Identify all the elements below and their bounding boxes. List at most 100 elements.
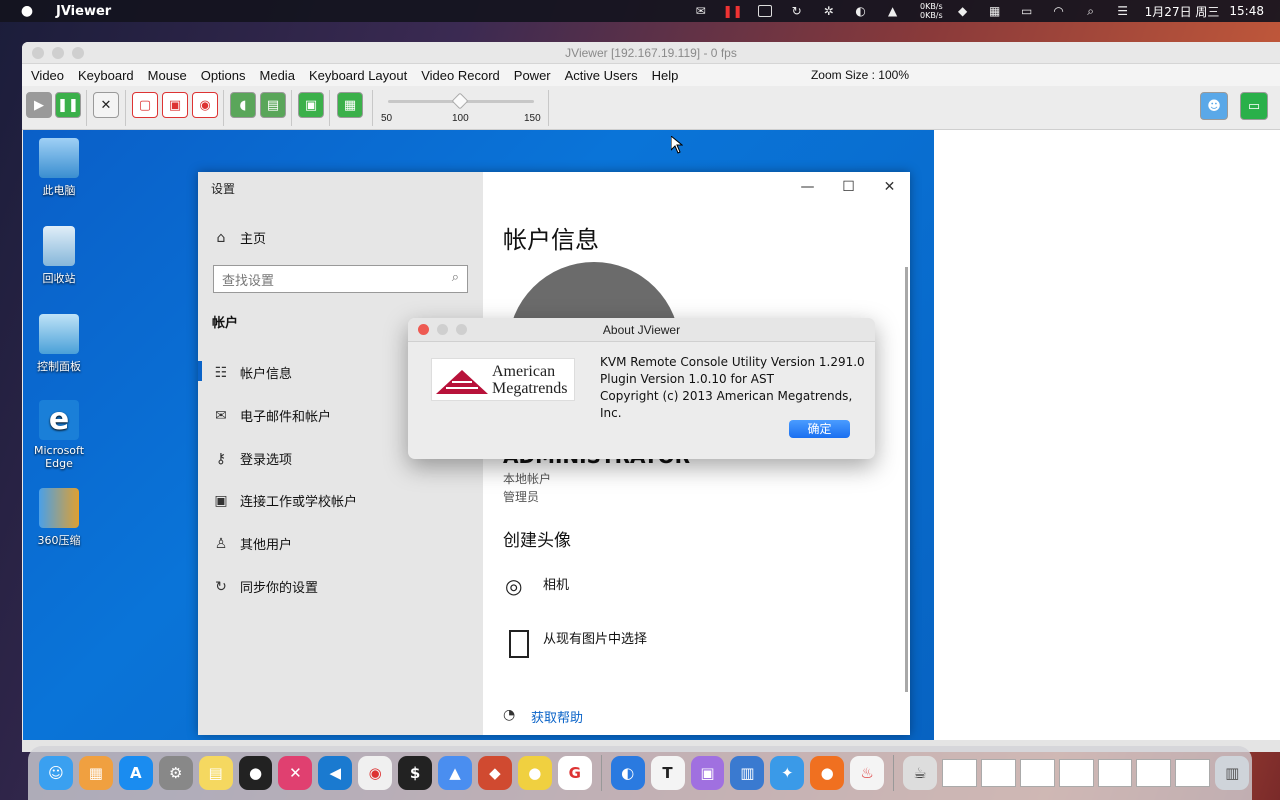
help-icon: ◔	[503, 707, 516, 723]
mac-menubar: ● JViewer ✉ ❚❚ ↻ ✲ ◐ ▲ 0KB/s 0KB/s ◆ ▦ ▭ …	[0, 0, 1280, 22]
coffee-app-icon[interactable]: ☕	[903, 756, 937, 790]
remote-desktop-icon[interactable]: ▥	[730, 756, 765, 790]
minimized-window-thumbnail[interactable]	[1175, 759, 1211, 787]
desktop-icon-this-pc[interactable]: 此电脑	[27, 138, 91, 198]
trash-icon[interactable]: ▥	[1215, 756, 1250, 790]
page-title: 帐户信息	[503, 226, 599, 254]
maximize-icon[interactable]: ☐	[828, 172, 869, 202]
tool-icon[interactable]: ✲	[813, 0, 845, 22]
active-users-button[interactable]: ☻	[1200, 92, 1228, 120]
app-store-icon[interactable]: A	[118, 756, 153, 790]
terminal-icon[interactable]: $	[398, 756, 433, 790]
menu-options[interactable]: Options	[201, 68, 246, 83]
nav-home[interactable]: ⌂ 主页	[212, 228, 266, 248]
about-titlebar[interactable]: About JViewer	[408, 318, 875, 342]
menu-keyboard-layout[interactable]: Keyboard Layout	[309, 68, 407, 83]
spotlight-search-icon[interactable]: ⌕	[1075, 0, 1107, 22]
keyboard-button[interactable]: ▤	[260, 92, 286, 118]
safari-icon[interactable]: ✦	[770, 756, 805, 790]
wifi-icon[interactable]: ◠	[1043, 0, 1075, 22]
choose-existing-picture[interactable]: 从现有图片中选择	[543, 628, 647, 647]
video-record-button[interactable]: ▣	[298, 92, 324, 118]
sync-icon[interactable]: ↻	[781, 0, 813, 22]
menu-mouse[interactable]: Mouse	[148, 68, 187, 83]
finder-icon[interactable]: ☺	[39, 756, 73, 790]
pause-button[interactable]: ❚❚	[55, 92, 81, 118]
menu-keyboard[interactable]: Keyboard	[78, 68, 134, 83]
cd-media-button[interactable]: ◉	[192, 92, 218, 118]
ok-button[interactable]: 确定	[789, 420, 850, 438]
close-icon[interactable]: ✕	[869, 172, 910, 202]
content-scrollbar[interactable]	[905, 267, 908, 692]
system-preferences-icon[interactable]: ⚙	[158, 756, 193, 790]
nav-other-users[interactable]: ♙ 其他用户	[212, 534, 292, 554]
git-app-icon[interactable]: ◆	[477, 756, 512, 790]
menu-video-record[interactable]: Video Record	[421, 68, 500, 83]
display-icon[interactable]	[749, 0, 781, 22]
settings-search-input[interactable]: 查找设置 ⌕	[213, 265, 468, 293]
mail-icon[interactable]: ✉	[685, 0, 717, 22]
duck-app-icon[interactable]: ●	[517, 756, 552, 790]
app-status-icon[interactable]: ◐	[845, 0, 877, 22]
get-help-link[interactable]: 获取帮助	[531, 707, 583, 726]
xmind-icon[interactable]: ✕	[278, 756, 313, 790]
nav-sync-settings[interactable]: ↻ 同步你的设置	[212, 577, 318, 597]
typora-icon[interactable]: T	[650, 756, 685, 790]
nav-work-school[interactable]: ▣ 连接工作或学校帐户	[212, 491, 357, 511]
chat-app-icon[interactable]: ◐	[610, 756, 645, 790]
firefox-icon[interactable]: ●	[810, 756, 845, 790]
mouse-button[interactable]: ◖	[230, 92, 256, 118]
java-icon[interactable]: ♨	[850, 756, 885, 790]
nav-sign-in-options[interactable]: ⚷ 登录选项	[212, 449, 292, 469]
minimized-window-thumbnail[interactable]	[1019, 759, 1055, 787]
minimized-window-thumbnail[interactable]	[1136, 759, 1172, 787]
notification-bell-icon[interactable]: ◆	[947, 0, 979, 22]
minimized-window-thumbnail[interactable]	[1058, 759, 1094, 787]
minimized-window-thumbnail[interactable]	[941, 759, 977, 787]
power-status-button[interactable]: ▭	[1240, 92, 1268, 120]
desktop-icon-recycle-bin[interactable]: 回收站	[27, 226, 91, 286]
active-app-name[interactable]: JViewer	[56, 4, 111, 19]
nav-account-info[interactable]: ☷ 帐户信息	[212, 363, 292, 383]
notes-icon[interactable]: ▤	[198, 756, 233, 790]
minimized-window-thumbnail[interactable]	[1097, 759, 1133, 787]
desktop-icon-control-panel[interactable]: 控制面板	[27, 314, 91, 374]
minimize-icon[interactable]: —	[787, 172, 828, 202]
qq-icon[interactable]: ●	[238, 756, 273, 790]
control-center-icon[interactable]: ☰	[1107, 0, 1139, 22]
screen-app-icon[interactable]: ▣	[690, 756, 725, 790]
zoom-slider[interactable]	[388, 92, 534, 110]
menu-video[interactable]: Video	[31, 68, 64, 83]
menu-help[interactable]: Help	[652, 68, 679, 83]
menu-active-users[interactable]: Active Users	[565, 68, 638, 83]
chrome-icon[interactable]: ◉	[358, 756, 393, 790]
hard-disk-media-button[interactable]: ▣	[162, 92, 188, 118]
menubar-date[interactable]: 1月27日 周三	[1145, 3, 1220, 20]
ami-triangle-icon	[436, 369, 488, 394]
input-method-icon[interactable]: ▦	[979, 0, 1011, 22]
battery-icon[interactable]: ▭	[1011, 0, 1043, 22]
hotkeys-button[interactable]: ▦	[337, 92, 363, 118]
camera-option[interactable]: 相机	[543, 574, 569, 593]
apple-menu-icon[interactable]: ●	[18, 3, 36, 19]
pause-icon[interactable]: ❚❚	[717, 0, 749, 22]
vscode-icon[interactable]: ◀	[318, 756, 353, 790]
desktop-icon-360-zip[interactable]: 360压缩	[27, 488, 91, 548]
menu-power[interactable]: Power	[514, 68, 551, 83]
desktop-icon-edge[interactable]: e Microsoft Edge	[27, 400, 91, 470]
fullscreen-button[interactable]: ✕	[93, 92, 119, 118]
minimized-window-thumbnail[interactable]	[980, 759, 1016, 787]
play-button[interactable]: ▶	[26, 92, 52, 118]
floppy-media-button[interactable]: ▢	[132, 92, 158, 118]
menu-media[interactable]: Media	[260, 68, 295, 83]
menubar-time[interactable]: 15:48	[1229, 4, 1264, 18]
home-icon: ⌂	[216, 229, 226, 246]
jviewer-titlebar[interactable]: JViewer [192.167.19.119] - 0 fps	[22, 42, 1280, 64]
cat-app-icon[interactable]: ▲	[438, 756, 472, 790]
cat-icon[interactable]: ▲	[877, 0, 909, 22]
nav-email-accounts[interactable]: ✉ 电子邮件和帐户	[212, 406, 331, 426]
zoom-slider-thumb[interactable]	[451, 92, 469, 110]
dock-divider	[600, 755, 602, 791]
red-g-app-icon[interactable]: G	[557, 756, 592, 790]
launchpad-icon[interactable]: ▦	[78, 756, 113, 790]
